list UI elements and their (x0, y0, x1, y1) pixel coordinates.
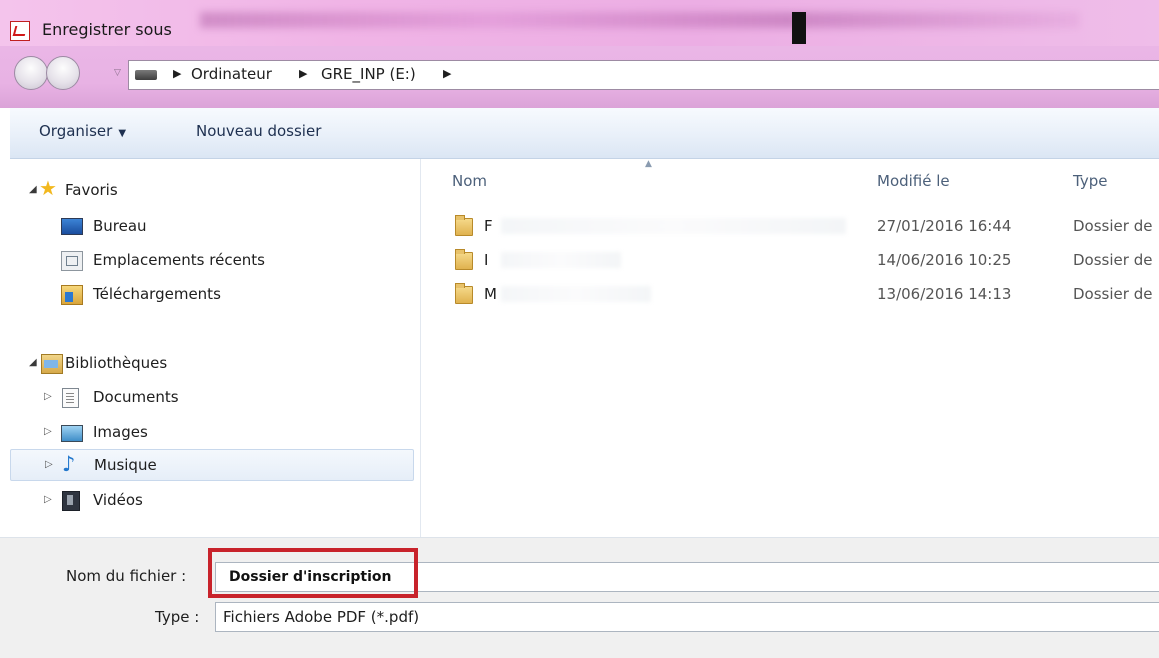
file-type-select[interactable]: Fichiers Adobe PDF (*.pdf) (215, 602, 1159, 632)
table-row[interactable]: I 14/06/2016 10:25 Dossier de (441, 244, 1159, 278)
file-name: F (484, 217, 493, 235)
blurred-name-text (501, 252, 621, 268)
sidebar-item-videos[interactable]: ▷ Vidéos (10, 485, 414, 517)
sidebar-item-label: Musique (94, 456, 157, 474)
recent-pages-dropdown-icon[interactable]: ▽ (114, 68, 121, 78)
sort-ascending-icon: ▲ (645, 159, 652, 169)
chevron-down-icon: ▼ (118, 128, 127, 139)
new-folder-button[interactable]: Nouveau dossier (196, 122, 321, 140)
film-icon (62, 491, 80, 511)
libraries-icon (41, 354, 63, 374)
file-type: Dossier de (1073, 251, 1153, 269)
address-bar-area: ▽ ▶ Ordinateur ▶ GRE_INP (E:) ▶ (0, 46, 1159, 108)
forward-button[interactable] (46, 56, 80, 90)
filename-label: Nom du fichier : (66, 567, 187, 585)
sidebar-item-favorites[interactable]: ◢ ★ Favoris (10, 175, 414, 207)
star-icon: ★ (39, 176, 57, 200)
sidebar-item-recent-places[interactable]: Emplacements récents (10, 245, 414, 277)
breadcrumb-arrow-icon[interactable]: ▶ (299, 67, 307, 80)
sidebar-item-desktop[interactable]: Bureau (10, 211, 414, 243)
file-modified: 27/01/2016 16:44 (877, 217, 1012, 235)
file-name: M (484, 285, 497, 303)
collapsed-arrow-icon[interactable]: ▷ (45, 459, 53, 470)
file-list: ▲ Nom Modifié le Type F 27/01/2016 16:44… (421, 159, 1159, 537)
back-button[interactable] (14, 56, 48, 90)
sidebar-item-label: Bureau (93, 217, 147, 235)
downloads-icon (61, 285, 83, 305)
drive-icon (135, 70, 157, 80)
folder-icon (455, 215, 473, 236)
sidebar-item-label: Bibliothèques (65, 354, 168, 372)
title-bar: Enregistrer sous (0, 0, 1159, 46)
sidebar-item-downloads[interactable]: Téléchargements (10, 279, 414, 311)
sidebar-item-label: Téléchargements (93, 285, 221, 303)
sidebar-item-label: Vidéos (93, 491, 143, 509)
expanded-arrow-icon[interactable]: ◢ (29, 357, 37, 368)
file-name: I (484, 251, 489, 269)
organize-label: Organiser (39, 122, 113, 140)
table-row[interactable]: F 27/01/2016 16:44 Dossier de (441, 210, 1159, 244)
sidebar-item-label: Favoris (65, 181, 118, 199)
column-header-type[interactable]: Type (1073, 172, 1107, 190)
breadcrumb-computer[interactable]: Ordinateur (191, 65, 272, 83)
expanded-arrow-icon[interactable]: ◢ (29, 184, 37, 195)
collapsed-arrow-icon[interactable]: ▷ (44, 494, 52, 505)
collapsed-arrow-icon[interactable]: ▷ (44, 391, 52, 402)
file-modified: 13/06/2016 14:13 (877, 285, 1012, 303)
save-options-panel: Nom du fichier : Type : Fichiers Adobe P… (0, 537, 1159, 658)
window-title: Enregistrer sous (42, 20, 172, 39)
blurred-name-text (501, 286, 651, 302)
folder-icon (455, 283, 473, 304)
highlight-box (208, 548, 418, 598)
sidebar-item-label: Images (93, 423, 148, 441)
music-note-icon: ♪ (62, 452, 76, 476)
documents-icon (62, 388, 79, 408)
sidebar-item-libraries[interactable]: ◢ Bibliothèques (10, 348, 414, 380)
breadcrumb-arrow-icon[interactable]: ▶ (443, 67, 451, 80)
sidebar-item-music[interactable]: ▷ ♪ Musique (10, 449, 414, 481)
command-bar: Organiser ▼ Nouveau dossier (10, 108, 1159, 159)
sidebar-item-label: Emplacements récents (93, 251, 266, 269)
organize-button[interactable]: Organiser ▼ (39, 122, 126, 140)
type-label: Type : (155, 608, 200, 626)
breadcrumb-drive[interactable]: GRE_INP (E:) (321, 65, 416, 83)
folder-icon (455, 249, 473, 270)
address-box[interactable]: ▶ Ordinateur ▶ GRE_INP (E:) ▶ (128, 60, 1159, 90)
file-type: Dossier de (1073, 285, 1153, 303)
desktop-icon (61, 218, 83, 235)
recent-places-icon (61, 251, 83, 271)
table-row[interactable]: M 13/06/2016 14:13 Dossier de (441, 278, 1159, 312)
redaction-mark (792, 12, 806, 44)
sidebar-item-images[interactable]: ▷ Images (10, 417, 414, 449)
file-type: Dossier de (1073, 217, 1153, 235)
column-header-modified[interactable]: Modifié le (877, 172, 950, 190)
navigation-pane: ◢ ★ Favoris Bureau Emplacements récents … (10, 159, 421, 537)
breadcrumb-arrow-icon[interactable]: ▶ (173, 67, 181, 80)
blurred-background-text (200, 12, 1080, 28)
file-type-value: Fichiers Adobe PDF (*.pdf) (223, 608, 420, 626)
collapsed-arrow-icon[interactable]: ▷ (44, 426, 52, 437)
column-header-name[interactable]: Nom (452, 172, 487, 190)
sidebar-item-documents[interactable]: ▷ Documents (10, 382, 414, 414)
file-modified: 14/06/2016 10:25 (877, 251, 1012, 269)
sidebar-item-label: Documents (93, 388, 179, 406)
adobe-pdf-icon (10, 21, 30, 41)
blurred-name-text (501, 218, 846, 234)
images-icon (61, 425, 83, 442)
